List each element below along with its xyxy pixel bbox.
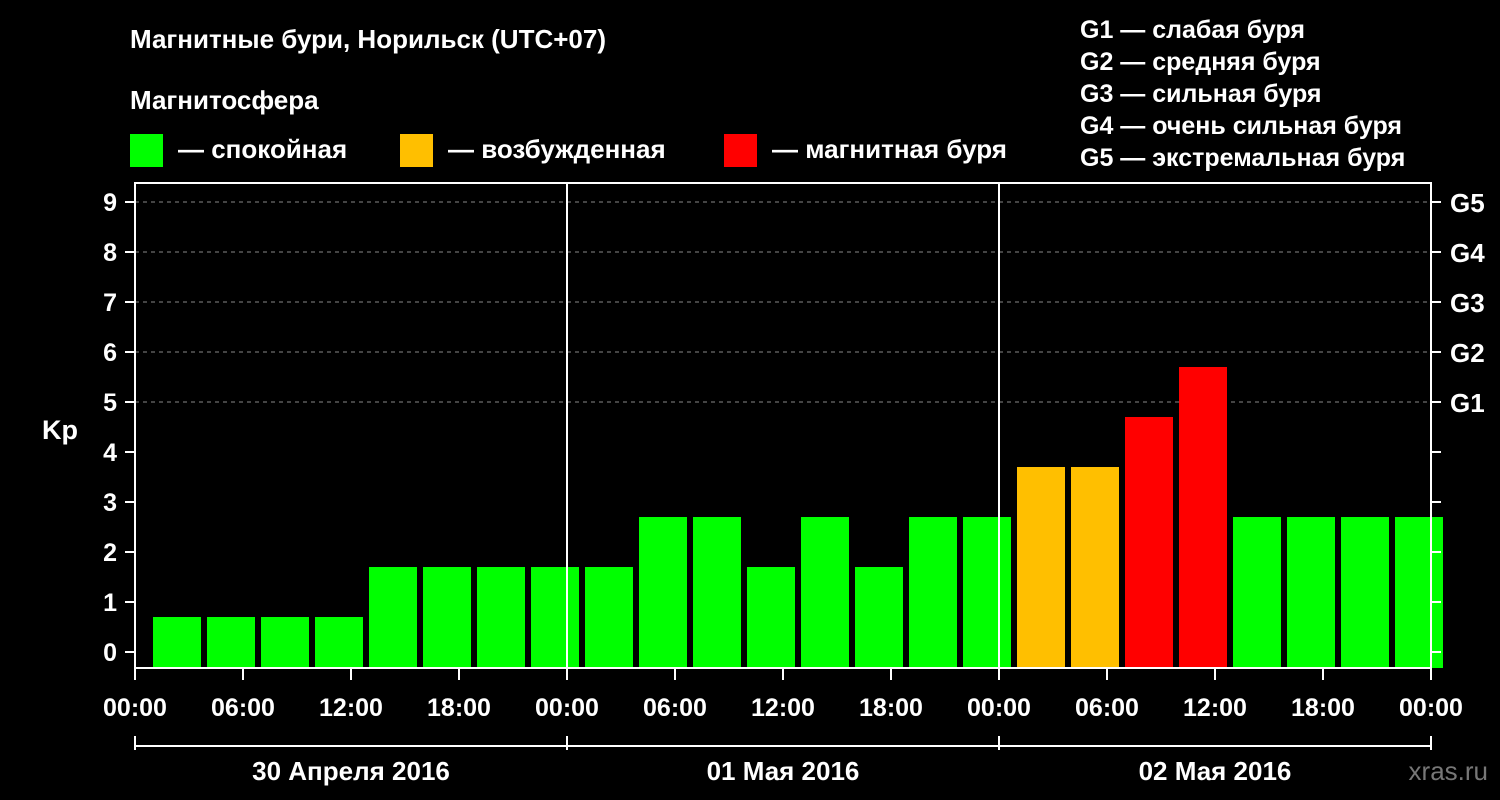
date-label: 01 Мая 2016 [707,756,860,786]
bar [1233,517,1281,668]
bar [207,617,255,668]
bar [1395,517,1443,668]
bar [531,567,579,668]
bar [801,517,849,668]
bar [423,567,471,668]
x-tick-label: 00:00 [1399,694,1463,722]
g-axis-label: G5 [1450,188,1485,218]
x-tick-label: 06:00 [211,694,275,722]
bar [693,517,741,668]
date-label: 30 Апреля 2016 [252,756,450,786]
kp-bar-chart: 0 1 2 3 4 5 6 7 8 9 G1 G2 G3 G4 G5 Kp 00:00 06:00 12:00 18:… [42,182,1485,786]
y-tick-label: 8 [103,239,117,267]
bar [1287,517,1335,668]
bar [153,617,201,668]
x-tick-label: 12:00 [751,694,815,722]
x-tick-label: 06:00 [643,694,707,722]
x-tick-label: 00:00 [967,694,1031,722]
bar [1017,467,1065,668]
bar [639,517,687,668]
y-tick-label: 4 [103,439,117,467]
bar [855,567,903,668]
y-tick-label: 3 [103,489,117,517]
bar [1125,417,1173,668]
y-tick-label: 5 [103,389,117,417]
bar [477,567,525,668]
y-tick-label: 2 [103,539,117,567]
bar [369,567,417,668]
date-label: 02 Мая 2016 [1139,756,1292,786]
bar [963,517,1011,668]
x-tick-label: 00:00 [535,694,599,722]
y-tick-label: 0 [103,639,117,667]
x-tick-label: 18:00 [1291,694,1355,722]
x-tick-label: 18:00 [859,694,923,722]
x-tick-label: 06:00 [1075,694,1139,722]
bar [261,617,309,668]
g-axis-label: G2 [1450,338,1485,368]
bar [315,617,363,668]
y-axis-label: Kp [42,415,78,445]
bar [747,567,795,668]
y-tick-label: 6 [103,339,117,367]
g-axis-label: G4 [1450,238,1485,268]
g-axis-label: G1 [1450,388,1485,418]
g-axis-label: G3 [1450,288,1485,318]
bar [1341,517,1389,668]
y-tick-label: 1 [103,589,117,617]
bar [1179,367,1227,668]
x-tick-label: 12:00 [319,694,383,722]
x-tick-label: 12:00 [1183,694,1247,722]
bar [909,517,957,668]
x-tick-label: 18:00 [427,694,491,722]
x-tick-label: 00:00 [103,694,167,722]
bar [1071,467,1119,668]
y-tick-label: 7 [103,289,117,317]
y-tick-label: 9 [103,189,117,217]
watermark: xras.ru [1408,756,1488,786]
bar [585,567,633,668]
